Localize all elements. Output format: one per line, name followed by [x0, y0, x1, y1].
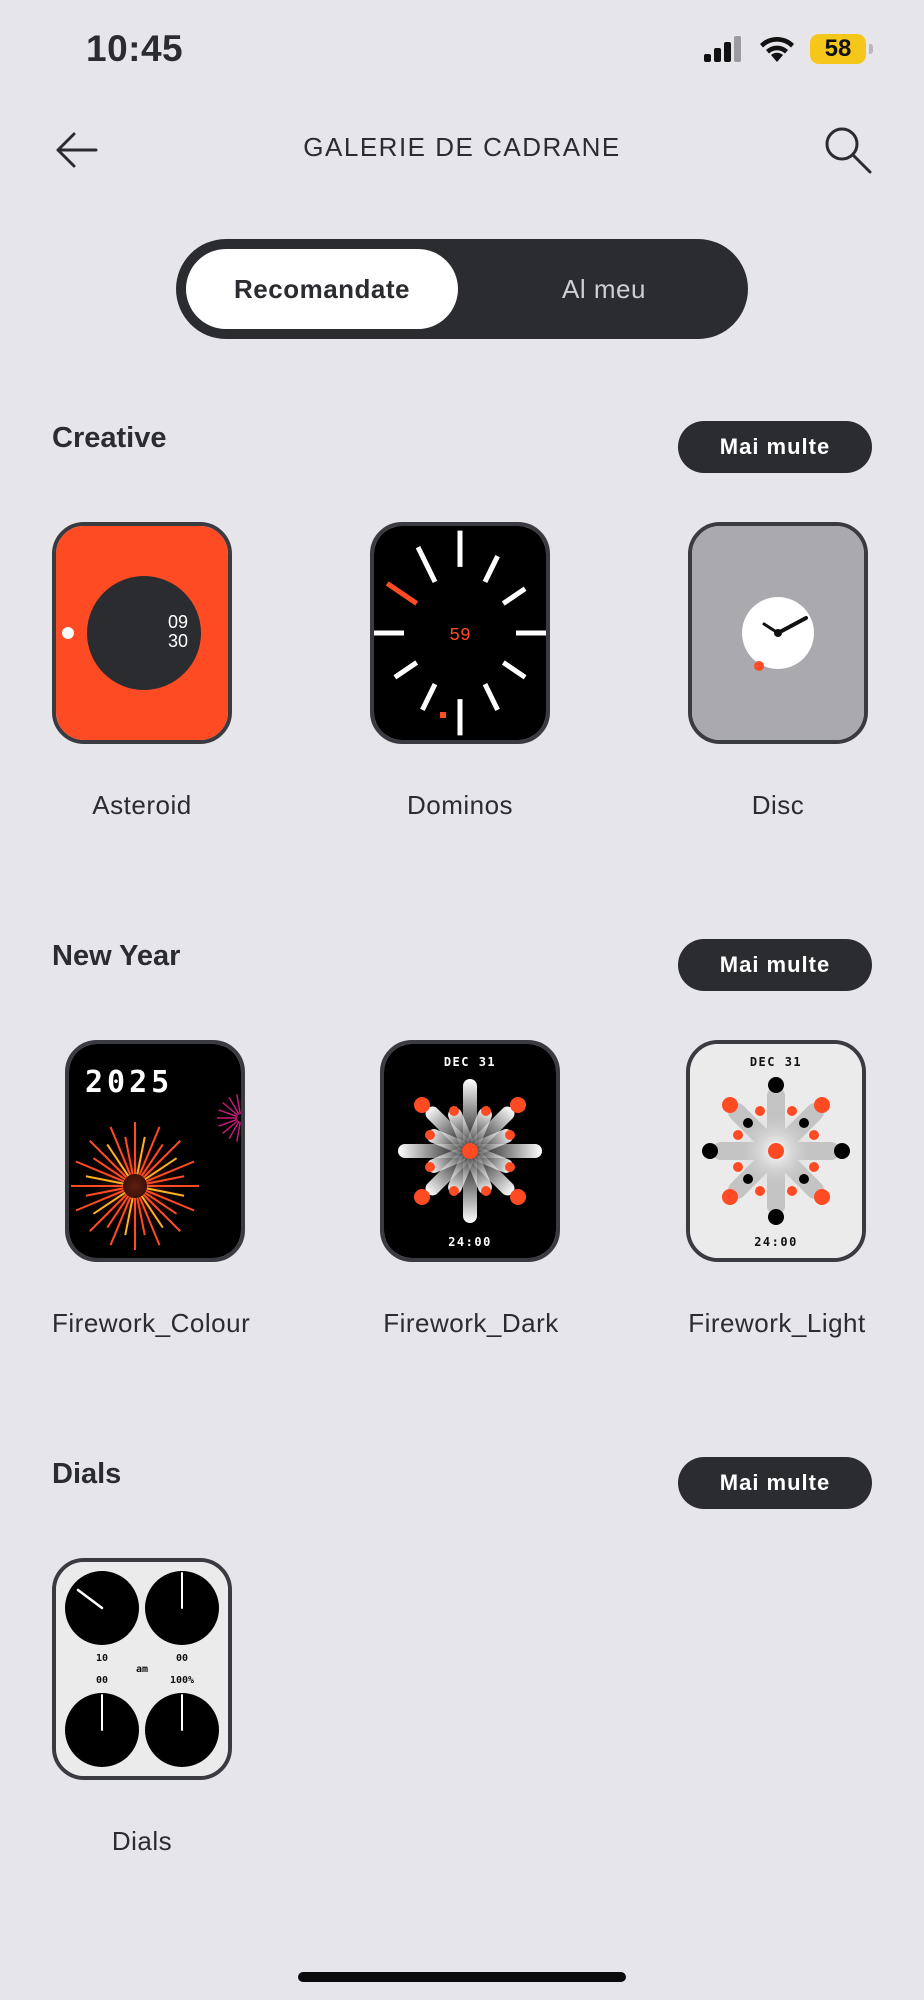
tab-recomandate[interactable]: Recomandate — [186, 249, 458, 329]
section-title-new-year: New Year — [52, 940, 181, 972]
watchface-firework-dark[interactable]: DEC 31 24:00 — [380, 1040, 560, 1262]
search-icon[interactable] — [822, 124, 874, 176]
firework-light-date: DEC 31 — [750, 1055, 802, 1069]
watchface-asteroid[interactable]: 09 30 — [52, 522, 232, 744]
watchface-dials[interactable]: 10 00 am 00 100% — [52, 1558, 232, 1780]
asteroid-minute: 30 — [168, 631, 188, 651]
signal-icon — [704, 36, 741, 62]
watchface-firework-colour[interactable]: 2025 — [65, 1040, 245, 1262]
face-label-firework-light: Firework_Light — [688, 1308, 866, 1338]
dominos-seconds: 59 — [449, 626, 471, 646]
battery-icon: 58 — [810, 34, 873, 64]
face-label-dominos: Dominos — [406, 790, 514, 820]
dials-minute: 00 — [176, 1653, 188, 1664]
status-time: 10:45 — [86, 28, 184, 69]
face-label-disc: Disc — [751, 790, 805, 820]
firework-light-time: 24:00 — [754, 1235, 798, 1249]
dials-ampm: am — [136, 1664, 148, 1675]
face-label-firework-dark: Firework_Dark — [383, 1308, 559, 1338]
dials-battery: 100% — [170, 1675, 194, 1686]
more-button-dials[interactable]: Mai multe — [678, 1457, 872, 1509]
watchface-disc[interactable] — [688, 522, 868, 744]
face-label-firework-colour: Firework_Colour — [52, 1308, 251, 1338]
face-label-dials: Dials — [111, 1826, 173, 1856]
wifi-icon — [760, 36, 794, 62]
watchface-dominos[interactable]: 59 — [370, 522, 550, 744]
firework-year: 2025 — [85, 1065, 173, 1100]
firework-dark-date: DEC 31 — [444, 1055, 496, 1069]
home-indicator — [298, 1972, 626, 1982]
firework-dark-time: 24:00 — [448, 1235, 492, 1249]
face-label-asteroid: Asteroid — [92, 790, 192, 820]
page-title: GALERIE DE CADRANE — [303, 132, 621, 162]
section-title-dials: Dials — [52, 1458, 122, 1490]
tab-al-meu[interactable]: Al meu — [470, 249, 738, 329]
more-button-new-year[interactable]: Mai multe — [678, 939, 872, 991]
watchface-firework-light[interactable]: DEC 31 24:00 — [686, 1040, 866, 1262]
asteroid-hour: 09 — [168, 612, 188, 632]
dials-second: 00 — [96, 1675, 108, 1686]
status-icons: 58 — [704, 34, 873, 64]
section-title-creative: Creative — [52, 422, 167, 454]
dials-hour: 10 — [96, 1653, 108, 1664]
more-button-creative[interactable]: Mai multe — [678, 421, 872, 473]
